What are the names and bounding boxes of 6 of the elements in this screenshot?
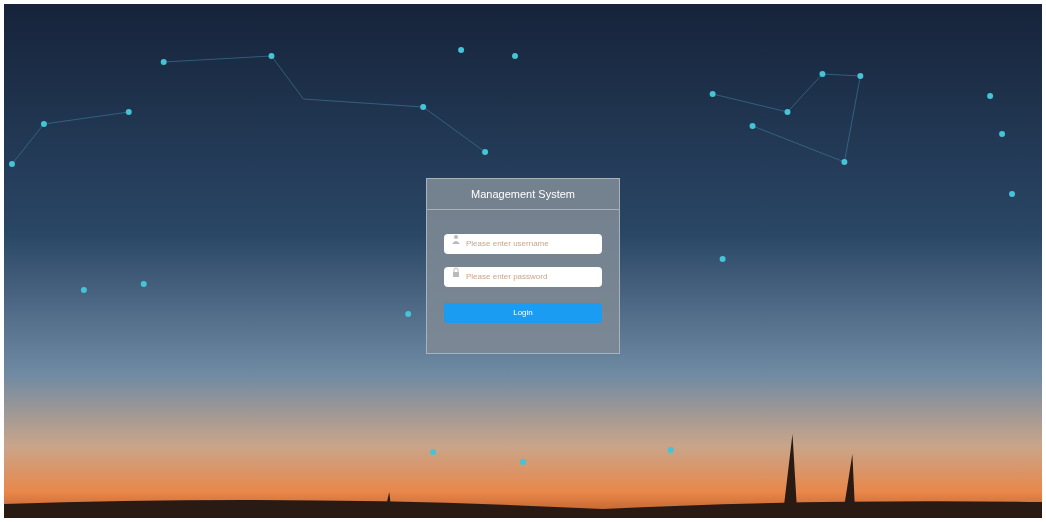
input-field[interactable]: Please enter username (444, 233, 602, 254)
user-icon (451, 234, 461, 245)
input-field[interactable]: Please enter password (444, 266, 602, 287)
lock-icon (451, 267, 461, 278)
login-title: Management System (427, 178, 619, 211)
login-button[interactable]: Login (444, 303, 602, 324)
